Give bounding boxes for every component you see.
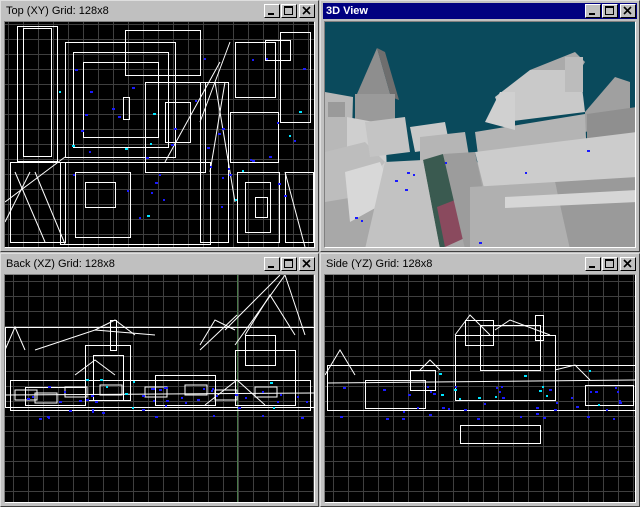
top-view-titlebar[interactable]: Top (XY) Grid: 128x8 (3, 3, 316, 19)
close-icon (623, 259, 632, 268)
maximize-icon (284, 6, 293, 15)
top-view-maximize-button[interactable] (281, 4, 297, 18)
3d-view-minimize-button[interactable] (585, 4, 601, 18)
maximize-icon (605, 6, 614, 15)
side-view-viewport[interactable] (324, 274, 636, 503)
maximize-icon (284, 259, 293, 268)
side-view-maximize-button[interactable] (602, 257, 618, 271)
3d-scene-render (325, 22, 635, 247)
close-icon (302, 259, 311, 268)
top-view-title: Top (XY) Grid: 128x8 (6, 5, 109, 17)
grid-lines (325, 275, 635, 502)
back-view-viewport[interactable] (4, 274, 315, 503)
top-view-viewport[interactable] (4, 21, 315, 248)
side-view-minimize-button[interactable] (585, 257, 601, 271)
minimize-icon (589, 266, 595, 268)
3d-view-title: 3D View (326, 5, 368, 17)
3d-view-window[interactable]: 3D View (320, 0, 640, 252)
back-view-window[interactable]: Back (XZ) Grid: 128x8 (0, 253, 319, 507)
side-view-title: Side (YZ) Grid: 128x8 (326, 258, 433, 270)
back-view-titlebar[interactable]: Back (XZ) Grid: 128x8 (3, 256, 316, 272)
back-view-minimize-button[interactable] (264, 257, 280, 271)
3d-view-maximize-button[interactable] (602, 4, 618, 18)
top-view-close-button[interactable] (299, 4, 315, 18)
close-icon (623, 6, 632, 15)
back-view-title: Back (XZ) Grid: 128x8 (6, 258, 115, 270)
close-icon (302, 6, 311, 15)
top-view-window[interactable]: Top (XY) Grid: 128x8 (0, 0, 319, 252)
side-view-wireframe (325, 275, 635, 502)
side-view-titlebar[interactable]: Side (YZ) Grid: 128x8 (323, 256, 637, 272)
back-view-close-button[interactable] (299, 257, 315, 271)
top-view-minimize-button[interactable] (264, 4, 280, 18)
3d-view-titlebar[interactable]: 3D View (323, 3, 637, 19)
minimize-icon (589, 13, 595, 15)
top-view-wireframe (5, 22, 314, 247)
maximize-icon (605, 259, 614, 268)
minimize-icon (268, 13, 274, 15)
3d-view-viewport[interactable] (324, 21, 636, 248)
side-view-window[interactable]: Side (YZ) Grid: 128x8 (320, 253, 640, 507)
side-view-close-button[interactable] (620, 257, 636, 271)
back-view-maximize-button[interactable] (281, 257, 297, 271)
back-view-wireframe (5, 275, 314, 502)
minimize-icon (268, 266, 274, 268)
3d-view-close-button[interactable] (620, 4, 636, 18)
